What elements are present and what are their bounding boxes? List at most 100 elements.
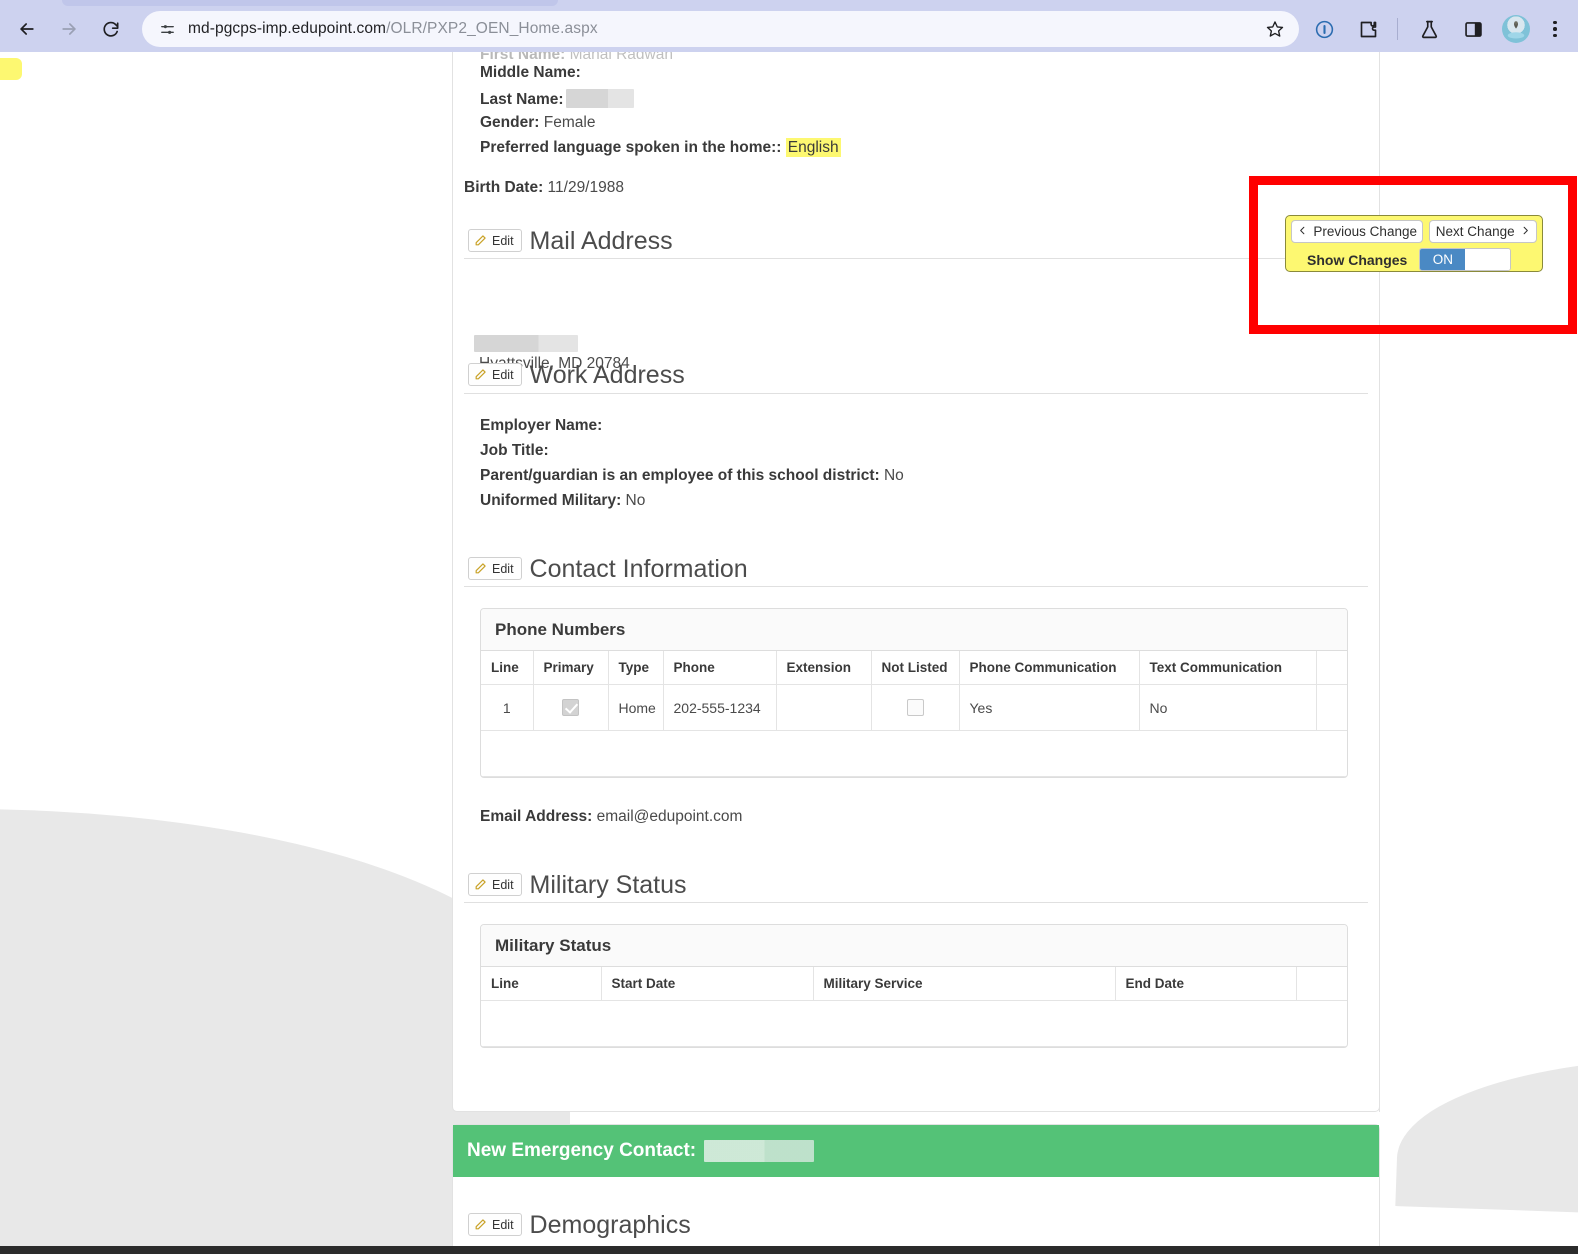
show-changes-toggle-state: ON <box>1420 249 1466 270</box>
pencil-icon <box>474 1218 487 1231</box>
chevron-left-icon <box>1297 224 1308 240</box>
military-table-header-row: Line Start Date Military Service End Dat… <box>481 967 1347 1001</box>
section-title-contact-information: Contact Information <box>529 555 748 583</box>
star-icon[interactable] <box>1263 17 1287 41</box>
edit-button-contact-information[interactable]: Edit <box>468 557 522 580</box>
col-start-date: Start Date <box>601 967 814 1001</box>
last-name-field: Last Name: <box>480 89 634 109</box>
col-text-communication: Text Communication <box>1139 651 1317 685</box>
col-military-service: Military Service <box>813 967 1116 1001</box>
col-end-date: End Date <box>1115 967 1297 1001</box>
page-viewport: First Name: Manal Radwan Middle Name: La… <box>0 52 1578 1246</box>
toolbar-divider <box>1397 18 1398 40</box>
phone-table-header-row: Line Primary Type Phone Extension Not Li… <box>481 651 1347 685</box>
section-divider-military-status <box>464 902 1368 903</box>
yellow-marker-tab <box>0 58 22 80</box>
show-changes-panel: Previous Change Next Change Show Changes… <box>1285 215 1543 272</box>
col-primary: Primary <box>533 651 609 685</box>
edit-button-military-status[interactable]: Edit <box>468 873 522 896</box>
military-table-caption: Military Status <box>481 925 1347 967</box>
edit-button-label: Edit <box>492 561 514 576</box>
show-changes-label: Show Changes <box>1307 251 1408 268</box>
cell-extension <box>776 684 872 731</box>
military-table-grid: Line Start Date Military Service End Dat… <box>481 967 1347 1047</box>
edit-button-label: Edit <box>492 233 514 248</box>
cell-type: Home <box>608 684 664 731</box>
section-title-military-status: Military Status <box>529 871 687 899</box>
preferred-language-value: English <box>785 138 841 157</box>
reload-button[interactable] <box>94 12 128 46</box>
section-header-demographics: Edit Demographics <box>468 1208 691 1238</box>
pencil-icon <box>474 878 487 891</box>
section-title-demographics: Demographics <box>529 1211 691 1239</box>
col-phone: Phone <box>663 651 777 685</box>
col-phone-communication: Phone Communication <box>959 651 1140 685</box>
section-divider-work-address <box>464 393 1368 394</box>
show-changes-toggle[interactable]: ON <box>1419 248 1512 271</box>
preferred-language-field: Preferred language spoken in the home:: … <box>480 138 841 157</box>
email-address-value: email@edupoint.com <box>596 808 743 825</box>
col-line: Line <box>481 651 534 685</box>
col-not-listed: Not Listed <box>871 651 960 685</box>
section-divider-contact-information <box>464 586 1368 587</box>
forward-button[interactable] <box>52 12 86 46</box>
address-bar[interactable]: md-pgcps-imp.edupoint.com/OLR/PXP2_OEN_H… <box>142 11 1299 47</box>
three-dot-menu-icon[interactable] <box>1542 14 1568 44</box>
table-row[interactable]: 1 Home 202-555-1234 Yes No <box>481 684 1347 731</box>
section-header-contact-information: Edit Contact Information <box>468 552 748 582</box>
show-changes-row: Show Changes ON <box>1291 248 1537 271</box>
chevron-right-icon <box>1520 224 1531 240</box>
job-title-field: Job Title: <box>480 442 549 459</box>
col-line: Line <box>481 967 602 1001</box>
pencil-icon <box>474 562 487 575</box>
edit-button-demographics[interactable]: Edit <box>468 1213 522 1236</box>
pencil-icon <box>474 234 487 247</box>
edit-button-label: Edit <box>492 1217 514 1232</box>
previous-change-button[interactable]: Previous Change <box>1291 220 1424 243</box>
email-address-field: Email Address: email@edupoint.com <box>480 808 743 825</box>
school-district-employee-field: Parent/guardian is an employee of this s… <box>480 467 904 484</box>
cell-not-listed <box>871 684 960 731</box>
first-name-field: First Name: Manal Radwan <box>480 52 673 63</box>
last-name-redaction <box>565 89 634 108</box>
back-button[interactable] <box>10 12 44 46</box>
emergency-contact-name-redaction <box>704 1140 815 1162</box>
cell-empty <box>481 730 1347 777</box>
edit-button-label: Edit <box>492 877 514 892</box>
avatar[interactable] <box>1502 15 1530 43</box>
table-empty-row <box>481 1000 1347 1047</box>
middle-name-field: Middle Name: <box>480 64 581 81</box>
cell-text-communication: No <box>1139 684 1317 731</box>
section-title-mail-address: Mail Address <box>529 227 673 255</box>
puzzle-piece-icon[interactable] <box>1353 14 1383 44</box>
section-divider-mail-address <box>464 258 1368 259</box>
col-extension: Extension <box>776 651 872 685</box>
col-type: Type <box>608 651 664 685</box>
pencil-icon <box>474 368 487 381</box>
url-host: md-pgcps-imp.edupoint.com <box>188 20 387 37</box>
edit-button-mail-address[interactable]: Edit <box>468 229 522 252</box>
cell-primary <box>533 684 609 731</box>
military-status-table: Military Status Line Start Date Military… <box>480 924 1348 1048</box>
side-panel-icon[interactable] <box>1458 14 1488 44</box>
primary-checkbox[interactable] <box>562 699 579 717</box>
phone-table-caption: Phone Numbers <box>481 609 1347 651</box>
phone-table-grid: Line Primary Type Phone Extension Not Li… <box>481 651 1347 777</box>
col-actions <box>1296 967 1347 1001</box>
gender-field: Gender: Female <box>480 114 596 131</box>
cell-empty <box>481 1000 1347 1047</box>
emergency-contact-label: New Emergency Contact: <box>467 1140 697 1161</box>
employer-name-field: Employer Name: <box>480 417 603 434</box>
url-path: /OLR/PXP2_OEN_Home.aspx <box>386 20 598 37</box>
not-listed-checkbox[interactable] <box>906 699 924 717</box>
flask-icon[interactable] <box>1414 14 1444 44</box>
edit-button-label: Edit <box>492 367 514 382</box>
tune-icon[interactable] <box>156 18 178 40</box>
info-circle-icon[interactable] <box>1309 14 1339 44</box>
edit-button-work-address[interactable]: Edit <box>468 363 522 386</box>
section-header-mail-address: Edit Mail Address <box>468 224 673 254</box>
next-change-button[interactable]: Next Change <box>1429 220 1538 243</box>
cell-actions[interactable] <box>1316 684 1347 731</box>
section-header-military-status: Edit Military Status <box>468 868 687 898</box>
section-header-work-address: Edit Work Address <box>468 358 685 388</box>
